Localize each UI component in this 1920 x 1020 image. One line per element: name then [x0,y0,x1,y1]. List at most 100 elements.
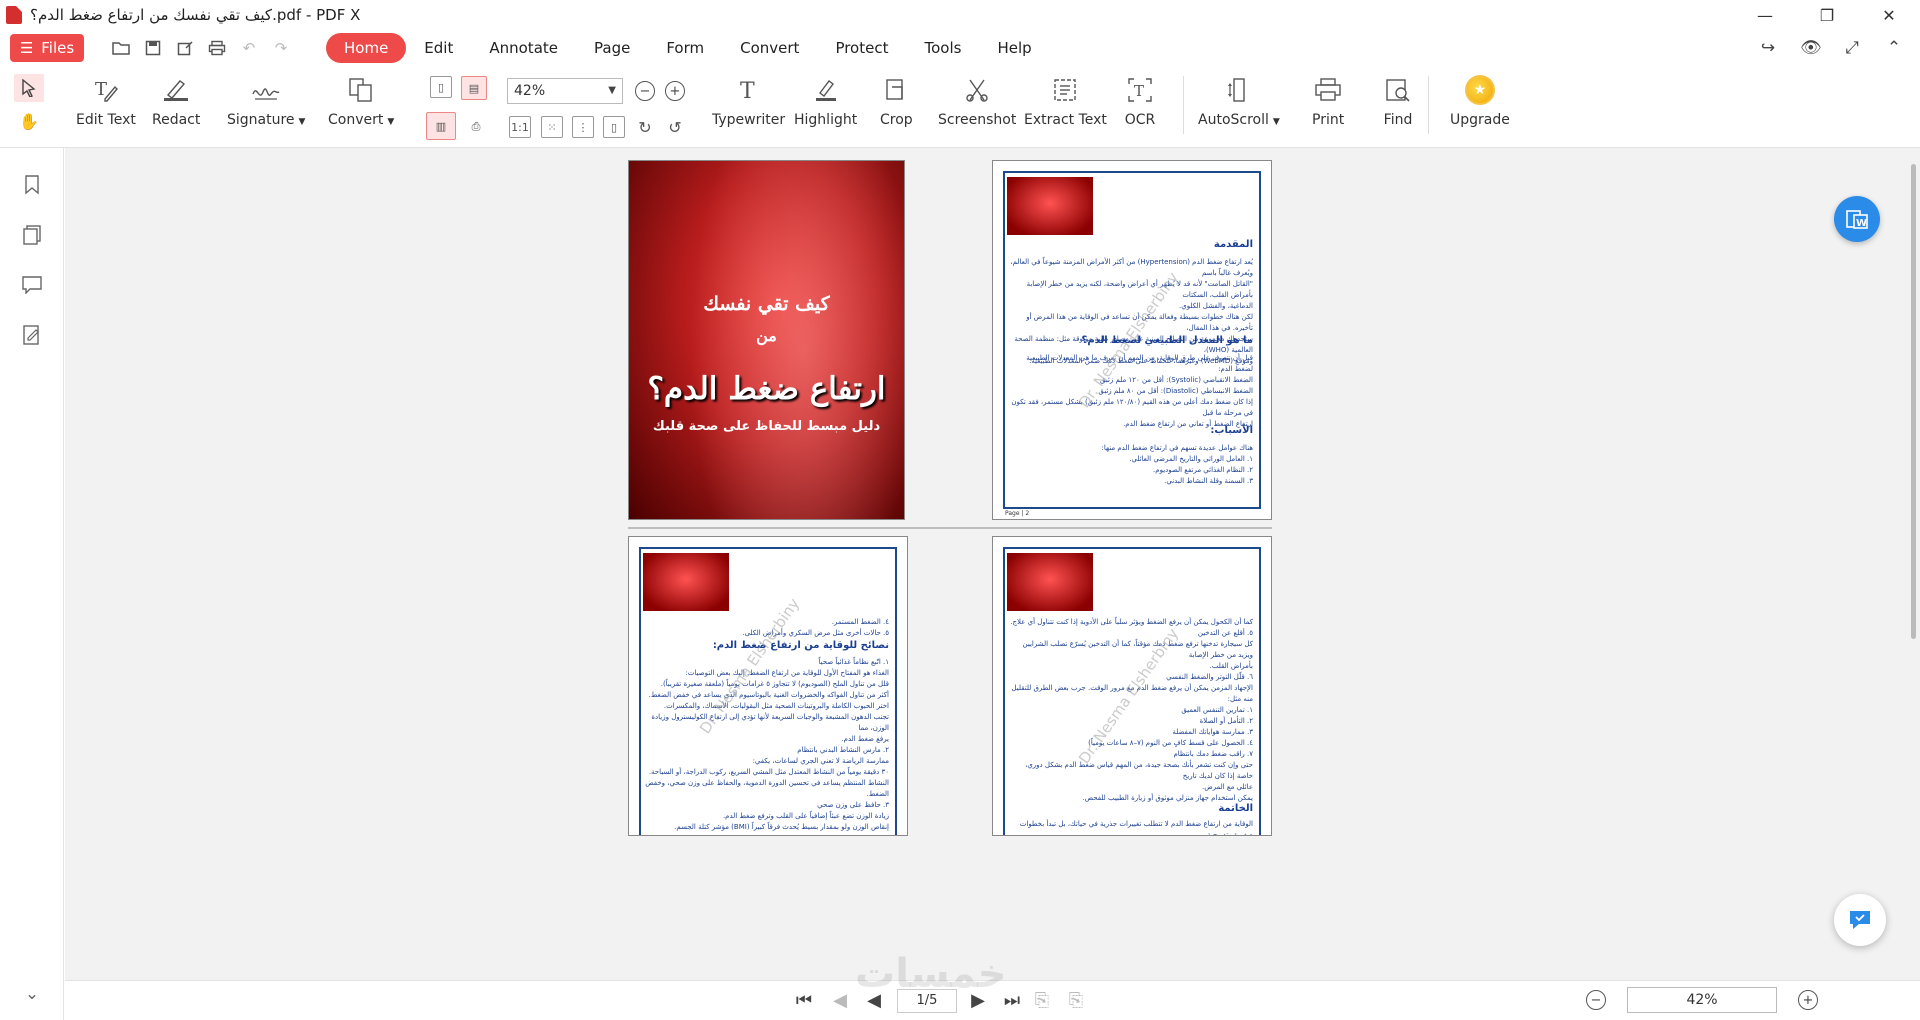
continuous-page-icon[interactable]: ▤ [461,76,487,100]
two-page-icon[interactable]: ▥ [426,112,456,140]
hand-tool-icon[interactable]: ✋ [18,110,40,132]
ocr-icon: T [1124,74,1156,106]
tab-page[interactable]: Page [576,33,648,63]
convert-tool[interactable]: Convert ▼ [328,74,394,128]
ocr-tool[interactable]: T OCR [1124,74,1156,128]
find-label: Find [1383,112,1413,128]
screenshot-tool[interactable]: Screenshot [938,74,1016,128]
actual-size-icon[interactable]: 1:1 [509,116,531,138]
convert-icon [345,74,377,106]
extract-text-icon [1049,74,1081,106]
menubar-right-icons: ↪ 👁 ⤢ ⌃ [1758,30,1920,66]
thumbnails-icon[interactable] [21,224,43,246]
toolbar-divider [1428,76,1429,134]
last-page-icon[interactable]: ⏭ [1001,989,1023,1011]
convert-to-word-icon[interactable]: W [1834,196,1880,242]
autoscroll-tool[interactable]: AutoScroll ▼ [1198,74,1280,128]
open-folder-icon[interactable] [112,39,130,57]
tab-home[interactable]: Home [326,33,407,63]
signature-tool[interactable]: Signature ▼ [227,74,305,128]
ai-assistant-icon[interactable] [1834,894,1886,946]
maximize-button[interactable]: ❐ [1796,0,1858,30]
print-tool[interactable]: Print [1312,74,1344,128]
redo-icon[interactable]: ↷ [272,39,290,57]
svg-text:W: W [1856,218,1867,229]
zoom-in-icon[interactable]: + [1798,990,1818,1010]
convert-label: Convert [328,112,384,128]
edit-text-tool[interactable]: T Edit Text [76,74,136,128]
svg-text:T: T [95,79,107,100]
comments-icon[interactable] [21,274,43,296]
print-label: Print [1312,112,1345,128]
quick-access-toolbar: ↶ ↷ [112,39,290,57]
share-icon[interactable]: ↪ [1758,38,1778,58]
redact-label: Redact [152,112,201,128]
print-quick-icon[interactable] [208,39,226,57]
chevron-down-icon[interactable]: ⌄ [21,983,43,1005]
previous-page-icon[interactable]: ◀ [829,989,851,1011]
signature-label: Signature [227,112,295,128]
document-viewer[interactable]: كيف تقي نفسك من ارتفاع ضغط الدم؟ دليل مب… [65,148,1920,980]
tab-annotate[interactable]: Annotate [471,33,576,63]
tab-protect[interactable]: Protect [817,33,906,63]
find-tool[interactable]: Find [1382,74,1414,128]
back-view-icon[interactable]: ⎘ [1031,989,1053,1011]
cover-line1: كيف تقي نفسك [703,293,830,315]
chevron-down-icon: ▼ [298,117,306,127]
rotate-right-icon[interactable]: ↻ [634,116,656,138]
minimize-button[interactable]: — [1734,0,1796,30]
read-mode-icon[interactable]: 👁 [1800,38,1822,58]
extract-text-tool[interactable]: Extract Text [1024,74,1107,128]
single-page-icon[interactable]: ▯ [430,76,452,98]
undo-icon[interactable]: ↶ [240,39,258,57]
cover-page-icon[interactable]: ⎙ [465,116,487,138]
zoom-out-icon[interactable]: − [635,81,655,101]
page-number-input[interactable]: 1/5 [897,989,957,1013]
zoom-level-input[interactable]: 42% [1627,987,1777,1013]
typewriter-tool[interactable]: T Typewriter [712,74,785,128]
zoom-in-icon[interactable]: + [665,81,685,101]
collapse-ribbon-icon[interactable]: ⌃ [1884,38,1904,58]
autoscroll-icon [1223,74,1255,106]
redact-tool[interactable]: Redact [152,74,200,128]
paragraph-causes: هناك عوامل عديدة تسهم في ارتفاع ضغط الدم… [1101,444,1253,485]
tab-help[interactable]: Help [979,33,1049,63]
left-sidebar: ⌄ [0,148,64,1020]
page-footer: Page | 2 [1005,510,1030,517]
highlight-tool[interactable]: Highlight [794,74,857,128]
select-tool-icon[interactable] [14,74,44,102]
fit-page-icon[interactable]: ⁙ [541,116,563,138]
edit-text-icon: T [90,74,122,106]
find-icon [1382,74,1414,106]
app-logo-icon [6,6,22,24]
tab-form[interactable]: Form [648,33,722,63]
crop-tool[interactable]: Crop [880,74,913,128]
files-button[interactable]: ☰ Files [10,34,84,62]
fit-visible-icon[interactable]: ▯ [603,116,625,138]
tab-convert[interactable]: Convert [722,33,817,63]
fit-width-icon[interactable]: ⋮ [572,116,594,138]
header-image [1007,177,1093,235]
save-icon[interactable] [144,39,162,57]
tab-tools[interactable]: Tools [906,33,979,63]
bookmark-icon[interactable] [21,174,43,196]
signatures-panel-icon[interactable] [21,324,43,346]
highlight-icon [810,74,842,106]
chevron-down-icon: ▼ [387,117,395,127]
upgrade-tool[interactable]: ★ Upgrade [1450,74,1510,128]
pdf-page-3: ٤. الضغط المستمر. ٥. حالات أخرى مثل مرض … [628,536,908,836]
pdf-page-1: كيف تقي نفسك من ارتفاع ضغط الدم؟ دليل مب… [628,160,905,520]
zoom-select[interactable]: 42% ▼ [507,78,623,104]
close-button[interactable]: ✕ [1858,0,1920,30]
next-page-icon[interactable]: ▶ [967,989,989,1011]
page-nav-left-icon[interactable]: ◀ [863,989,885,1011]
save-as-icon[interactable] [176,39,194,57]
fullscreen-icon[interactable]: ⤢ [1842,38,1862,58]
forward-view-icon[interactable]: ⎘ [1065,989,1087,1011]
vertical-scrollbar[interactable] [1911,164,1916,639]
first-page-icon[interactable]: ⏮ [793,989,815,1011]
tab-edit[interactable]: Edit [406,33,471,63]
pdf-page-4: كما أن الكحول يمكن أن يرفع الضغط ويؤثر س… [992,536,1272,836]
rotate-left-icon[interactable]: ↺ [664,116,686,138]
zoom-out-icon[interactable]: − [1586,990,1606,1010]
